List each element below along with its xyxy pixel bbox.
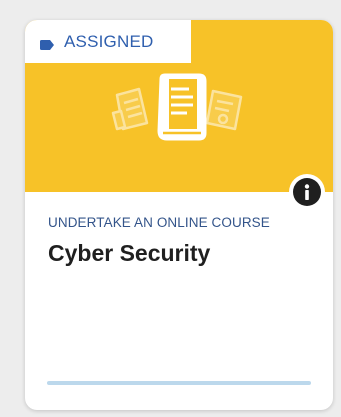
status-badge-label: ASSIGNED (64, 32, 154, 51)
course-banner: ASSIGNED (25, 20, 333, 192)
course-title: Cyber Security (48, 240, 211, 266)
progress-bar (47, 381, 311, 385)
certificate-icon (205, 89, 243, 131)
label-tag-icon (40, 37, 54, 50)
status-badge: ASSIGNED (25, 20, 191, 63)
course-illustration (109, 73, 253, 143)
document-icon (111, 87, 149, 131)
course-type-label: UNDERTAKE AN ONLINE COURSE (48, 215, 270, 230)
info-button[interactable] (289, 174, 325, 210)
course-card[interactable]: ASSIGNED UNDERTAKE AN ONLINE COURSE Cybe… (25, 20, 333, 410)
info-icon (293, 178, 321, 206)
book-icon (157, 73, 207, 141)
